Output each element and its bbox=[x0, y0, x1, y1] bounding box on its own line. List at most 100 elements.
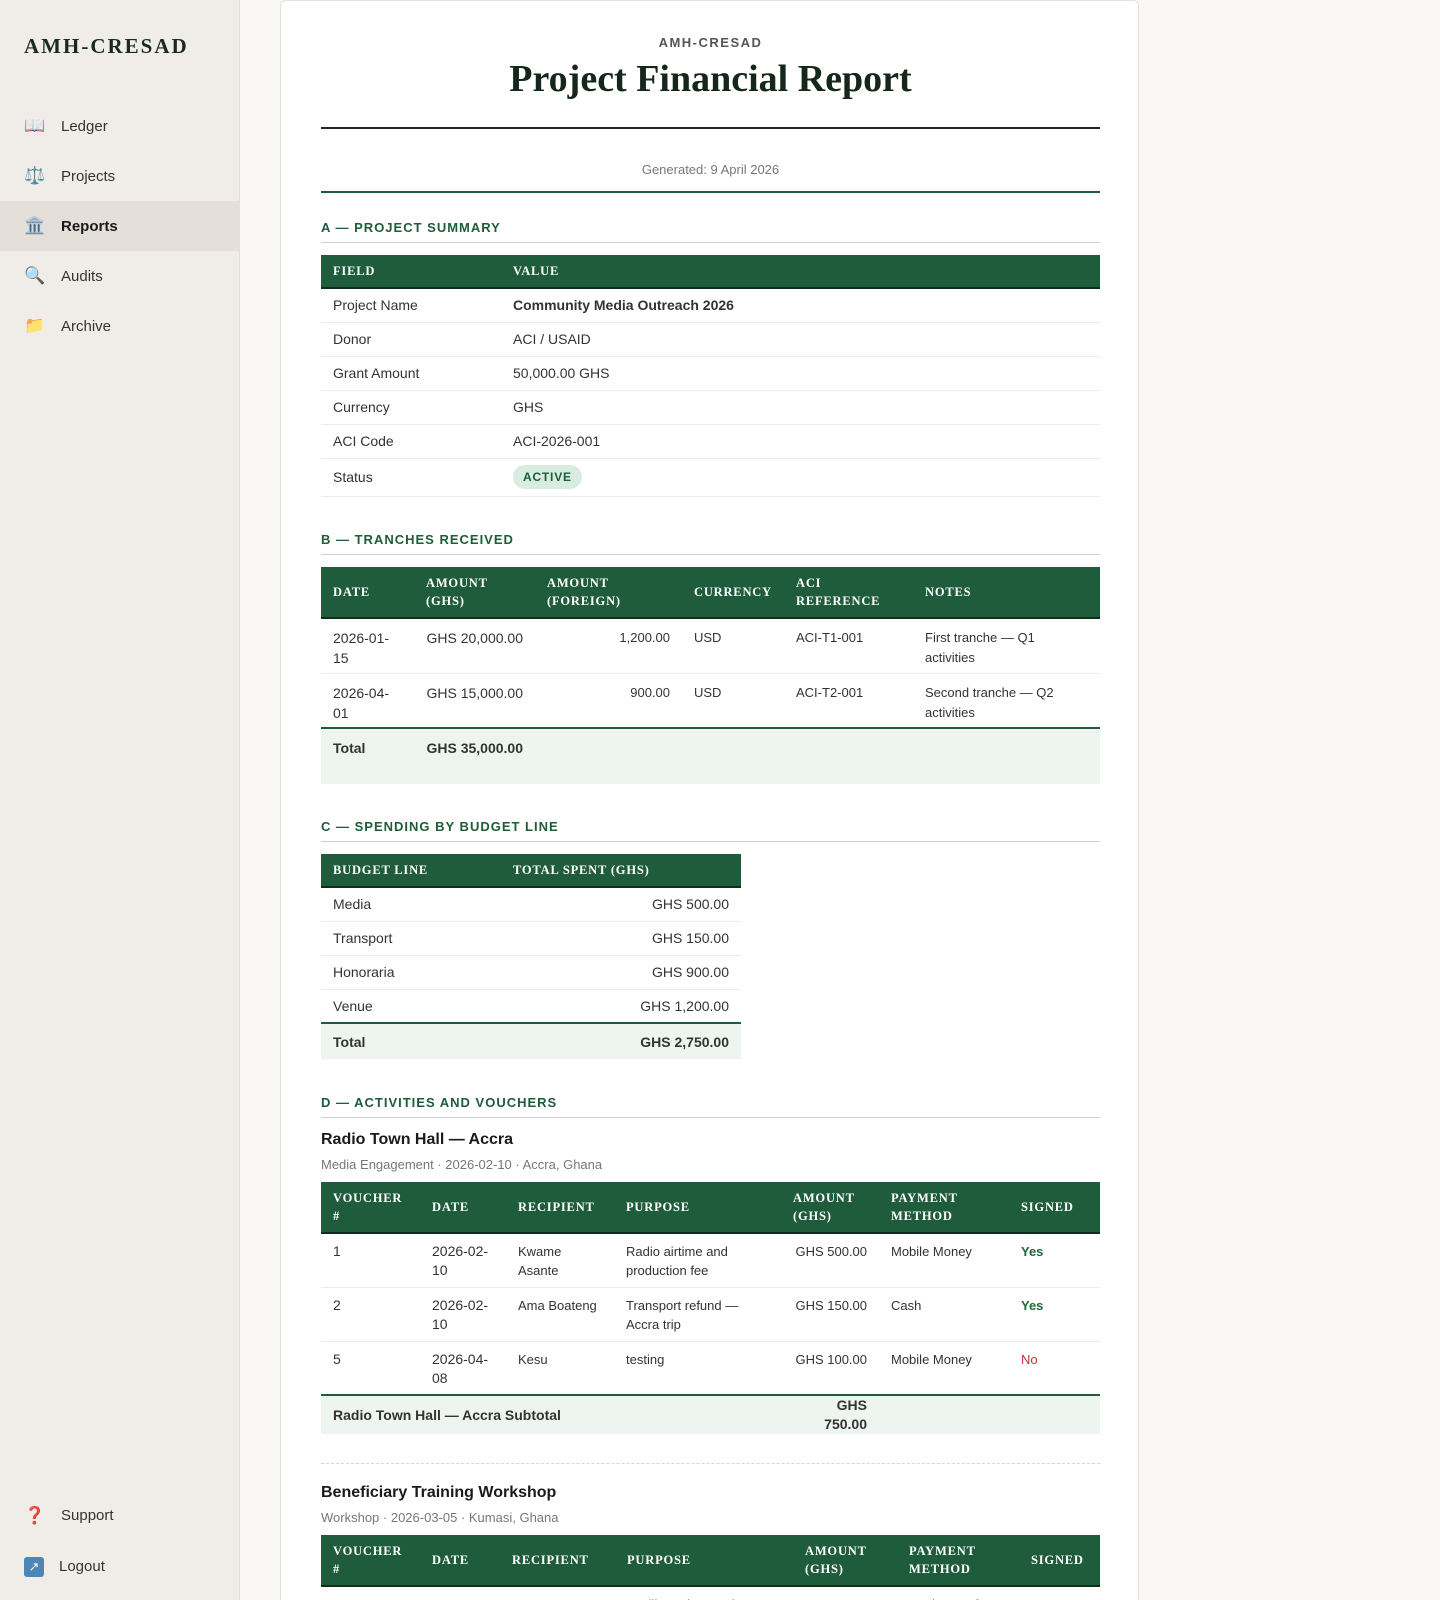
voucher-method: Mobile Money bbox=[879, 1341, 1009, 1396]
column-header: PAYMENT METHOD bbox=[897, 1535, 1019, 1586]
voucher-number: 5 bbox=[321, 1341, 420, 1396]
section-heading-summary: A — PROJECT SUMMARY bbox=[321, 220, 501, 235]
table-row: Grant Amount 50,000.00 GHS bbox=[321, 356, 1100, 391]
sidebar-item-label: Projects bbox=[61, 167, 116, 185]
voucher-method: Mobile Money bbox=[879, 1233, 1009, 1288]
field-label: ACI Code bbox=[321, 424, 501, 459]
page-title: Project Financial Report bbox=[509, 58, 912, 100]
voucher-purpose: testing bbox=[614, 1341, 781, 1396]
field-value: ACI / USAID bbox=[501, 322, 1100, 357]
table-row: 5 2026-04-08 Kesu testing GHS 100.00 Mob… bbox=[321, 1341, 1100, 1396]
voucher-number: 2 bbox=[321, 1287, 420, 1342]
voucher-recipient: Dr. Y bbox=[500, 1586, 615, 1600]
column-header: VOUCHER # bbox=[321, 1182, 420, 1233]
table-row: Currency GHS bbox=[321, 390, 1100, 425]
voucher-date: 2026-02-10 bbox=[420, 1287, 506, 1342]
activity-divider bbox=[321, 1463, 1100, 1464]
total-row: Total GHS 2,750.00 bbox=[321, 1022, 741, 1059]
tranche-amount-foreign: 1,200.00 bbox=[535, 618, 682, 674]
sidebar-item-archive[interactable]: 📁 Archive bbox=[0, 301, 240, 351]
activity-title: Beneficiary Training Workshop bbox=[321, 1484, 557, 1501]
total-value: GHS 35,000.00 bbox=[414, 727, 535, 784]
sidebar-bottom-nav: ❓ Support ↗ Logout bbox=[0, 1490, 240, 1592]
column-header: DATE bbox=[420, 1182, 506, 1233]
column-header: AMOUNT (GHS) bbox=[793, 1535, 897, 1586]
voucher-signed: Yes bbox=[1019, 1586, 1100, 1600]
voucher-signed: No bbox=[1009, 1341, 1100, 1396]
table-row: 2026-01-15 GHS 20,000.00 1,200.00 USD AC… bbox=[321, 618, 1100, 674]
voucher-amount: GHS 150.00 bbox=[781, 1287, 879, 1342]
section-divider bbox=[321, 242, 1100, 243]
voucher-recipient: Kwame Asante bbox=[506, 1233, 614, 1288]
field-value: GHS bbox=[501, 390, 1100, 425]
field-label: Donor bbox=[321, 322, 501, 357]
divider bbox=[321, 191, 1100, 193]
voucher-amount: GHS 100.00 bbox=[781, 1341, 879, 1396]
voucher-number: 1 bbox=[321, 1233, 420, 1288]
activity-title: Radio Town Hall — Accra bbox=[321, 1131, 514, 1148]
sidebar-item-support[interactable]: ❓ Support bbox=[0, 1490, 240, 1541]
subtotal-label: Radio Town Hall — Accra Subtotal bbox=[321, 1394, 781, 1434]
field-value: Community Media Outreach 2026 bbox=[501, 288, 1100, 323]
voucher-purpose: Facilitator honorarium bbox=[615, 1586, 793, 1600]
bank-icon: 🏛️ bbox=[24, 216, 46, 235]
sidebar-item-label: Archive bbox=[61, 317, 112, 335]
folder-icon: 📁 bbox=[24, 316, 46, 335]
table-row: Status ACTIVE bbox=[321, 458, 1100, 497]
voucher-amount: GHS 900.00 bbox=[793, 1586, 897, 1600]
tranche-date: 2026-01-15 bbox=[321, 618, 414, 674]
tranches-table: DATE AMOUNT (GHS) AMOUNT (FOREIGN) CURRE… bbox=[321, 567, 1100, 784]
table-row: 3 2026 Dr. Y Facilitator honorarium GHS … bbox=[321, 1586, 1100, 1600]
sidebar-item-projects[interactable]: ⚖️ Projects bbox=[0, 151, 240, 201]
column-header: BUDGET LINE bbox=[321, 854, 501, 887]
sidebar-item-audits[interactable]: 🔍 Audits bbox=[0, 251, 240, 301]
column-header: PAYMENT METHOD bbox=[879, 1182, 1009, 1233]
field-label: Grant Amount bbox=[321, 356, 501, 391]
status-badge: ACTIVE bbox=[513, 465, 582, 489]
column-header: PURPOSE bbox=[615, 1535, 793, 1586]
sidebar-item-logout[interactable]: ↗ Logout bbox=[0, 1541, 240, 1592]
field-label: Currency bbox=[321, 390, 501, 425]
field-label: Status bbox=[321, 458, 501, 497]
field-value: 50,000.00 GHS bbox=[501, 356, 1100, 391]
column-header: PURPOSE bbox=[614, 1182, 781, 1233]
voucher-signed: Yes bbox=[1009, 1287, 1100, 1342]
sidebar-item-ledger[interactable]: 📖 Ledger bbox=[0, 101, 240, 151]
book-icon: 📖 bbox=[24, 116, 46, 135]
table-row: 1 2026-02-10 Kwame Asante Radio airtime … bbox=[321, 1233, 1100, 1288]
column-header: AMOUNT (FOREIGN) bbox=[535, 567, 682, 618]
question-icon: ❓ bbox=[24, 1505, 46, 1525]
column-header: SIGNED bbox=[1009, 1182, 1100, 1233]
voucher-amount: GHS 500.00 bbox=[781, 1233, 879, 1288]
section-divider bbox=[321, 841, 1100, 842]
logout-icon: ↗ bbox=[24, 1556, 44, 1577]
section-divider bbox=[321, 554, 1100, 555]
tranche-amount-ghs: GHS 15,000.00 bbox=[414, 673, 535, 729]
subtotal-row: Radio Town Hall — Accra Subtotal GHS 750… bbox=[321, 1394, 1100, 1434]
scales-icon: ⚖️ bbox=[24, 166, 46, 185]
tranche-notes: First tranche — Q1 activities bbox=[913, 618, 1100, 674]
table-row: Donor ACI / USAID bbox=[321, 322, 1100, 357]
sidebar: AMH-CRESAD 📖 Ledger ⚖️ Projects 🏛️ Repor… bbox=[0, 0, 240, 1600]
vouchers-table: VOUCHER # DATE RECIPIENT PURPOSE AMOUNT … bbox=[321, 1535, 1100, 1600]
column-header: AMOUNT (GHS) bbox=[414, 567, 535, 618]
report-card: AMH-CRESAD Project Financial Report Gene… bbox=[280, 0, 1139, 1600]
column-header: VALUE bbox=[501, 255, 1100, 288]
voucher-purpose: Transport refund — Accra trip bbox=[614, 1287, 781, 1342]
voucher-method: Bank Transfer bbox=[897, 1586, 1019, 1600]
voucher-number: 3 bbox=[321, 1586, 420, 1600]
sidebar-item-label: Support bbox=[61, 1507, 114, 1524]
subtotal-value: GHS 750.00 bbox=[781, 1394, 879, 1434]
tranche-reference: ACI-T2-001 bbox=[784, 673, 913, 729]
field-label: Project Name bbox=[321, 288, 501, 323]
brand-logo: AMH-CRESAD bbox=[24, 34, 189, 58]
voucher-date: 2026 bbox=[420, 1586, 500, 1600]
field-value: ACI-2026-001 bbox=[501, 424, 1100, 459]
sidebar-item-label: Audits bbox=[61, 267, 103, 285]
column-header: AMOUNT (GHS) bbox=[781, 1182, 879, 1233]
sidebar-item-reports[interactable]: 🏛️ Reports bbox=[0, 201, 240, 251]
section-heading-tranches: B — TRANCHES RECEIVED bbox=[321, 532, 514, 547]
table-row: Project Name Community Media Outreach 20… bbox=[321, 288, 1100, 323]
column-header: RECIPIENT bbox=[506, 1182, 614, 1233]
budget-line: Venue bbox=[321, 989, 501, 1024]
